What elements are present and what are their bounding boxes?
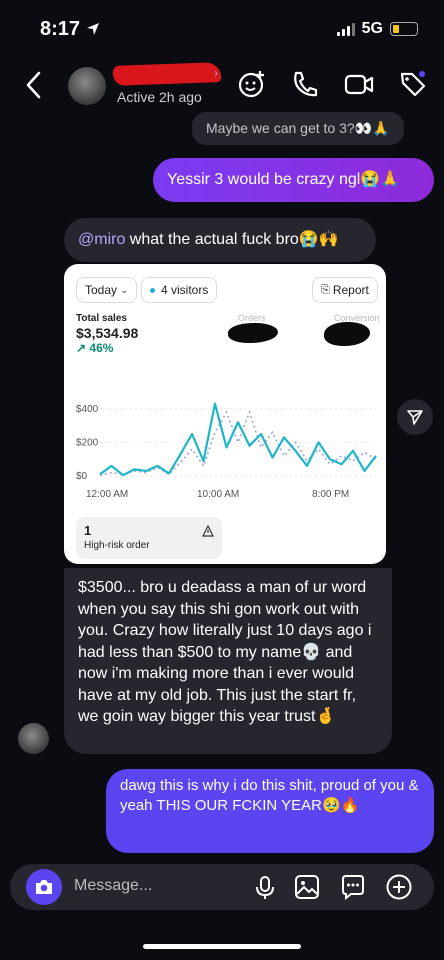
- sales-line-chart: $400 $200 $0 12:00 AM 10:00 AM 8:00 PM: [76, 402, 377, 500]
- message-text: $3500... bro u deadass a man of ur word …: [78, 579, 372, 725]
- tag-heart-icon[interactable]: [397, 68, 429, 100]
- message-input[interactable]: Message...: [74, 877, 152, 895]
- message-text: what the actual fuck bro😭🙌: [125, 231, 339, 248]
- orders-redacted: [228, 323, 278, 343]
- live-dot-icon: [150, 287, 155, 293]
- battery-icon: [390, 22, 418, 36]
- alert-icon: [202, 525, 214, 537]
- signal-icon: [336, 22, 355, 36]
- status-indicators: 5G: [336, 20, 418, 38]
- location-arrow-icon: [86, 23, 99, 35]
- sticker-icon[interactable]: [340, 874, 366, 900]
- visitors-label: 4 visitors: [161, 283, 209, 297]
- active-status: Active 2h ago: [117, 89, 202, 105]
- chart-x-tick: 12:00 AM: [86, 489, 128, 500]
- message-incoming[interactable]: $3500... bro u deadass a man of ur word …: [64, 568, 392, 754]
- chart-y-tick: $200: [76, 437, 99, 448]
- chart-y-tick: $400: [76, 404, 99, 415]
- visitors-pill[interactable]: 4 visitors: [141, 277, 218, 303]
- status-time: 8:17: [40, 18, 100, 41]
- mention[interactable]: @miro: [78, 231, 125, 248]
- report-button[interactable]: ⎘ Report: [312, 277, 378, 303]
- emoji-add-icon[interactable]: [237, 68, 267, 100]
- phone-icon[interactable]: [290, 68, 320, 100]
- total-sales-value: $3,534.98: [76, 325, 139, 341]
- date-filter[interactable]: Today ⌄: [76, 277, 137, 303]
- message-outgoing[interactable]: dawg this is why i do this shit, proud o…: [106, 769, 434, 853]
- share-icon: [407, 410, 423, 425]
- message-incoming[interactable]: Maybe we can get to 3?👀🙏: [192, 112, 404, 145]
- video-icon[interactable]: [343, 68, 375, 100]
- share-button[interactable]: [397, 399, 433, 435]
- message-composer[interactable]: Message...: [10, 864, 434, 910]
- camera-button[interactable]: [26, 869, 62, 905]
- plus-circle-icon[interactable]: [385, 873, 413, 901]
- chart-y-tick: $0: [76, 471, 88, 482]
- message-incoming[interactable]: @miro what the actual fuck bro😭🙌: [64, 218, 376, 262]
- orders-label: Orders: [238, 313, 266, 323]
- chevron-right-icon: ›: [214, 66, 218, 80]
- total-sales-label: Total sales: [76, 313, 127, 324]
- contact-avatar[interactable]: [68, 67, 106, 105]
- chevron-down-icon: ⌄: [120, 284, 128, 295]
- risk-count: 1: [84, 523, 92, 538]
- high-risk-order-tile[interactable]: 1 High-risk order: [76, 517, 222, 559]
- microphone-icon[interactable]: [254, 875, 276, 901]
- arrow-up-right-icon: ↗: [76, 341, 87, 355]
- message-text: Yessir 3 would be crazy ngl😭🙏: [167, 171, 401, 188]
- chevron-left-icon[interactable]: [24, 70, 44, 100]
- message-text: dawg this is why i do this shit, proud o…: [120, 777, 419, 814]
- report-icon: ⎘: [321, 283, 330, 296]
- report-label: Report: [332, 283, 369, 297]
- contact-avatar-small[interactable]: [18, 723, 49, 754]
- contact-name-redacted[interactable]: [112, 62, 222, 86]
- camera-icon: [36, 880, 52, 894]
- date-filter-label: Today: [85, 283, 118, 297]
- home-indicator: [143, 944, 301, 949]
- shared-analytics-card[interactable]: Today ⌄ 4 visitors ⎘ Report Total sales $…: [64, 264, 386, 564]
- message-outgoing[interactable]: Yessir 3 would be crazy ngl😭🙏: [153, 158, 434, 202]
- chart-x-tick: 10:00 AM: [197, 489, 239, 500]
- total-sales-change: ↗ 46%: [76, 341, 114, 355]
- chart-series-sales: [99, 402, 377, 477]
- conversion-redacted: [324, 322, 370, 346]
- image-icon[interactable]: [294, 874, 320, 900]
- message-text: Maybe we can get to 3?👀🙏: [206, 120, 390, 136]
- risk-label: High-risk order: [84, 540, 150, 551]
- network-label: 5G: [361, 20, 383, 37]
- chart-x-tick: 8:00 PM: [312, 489, 349, 500]
